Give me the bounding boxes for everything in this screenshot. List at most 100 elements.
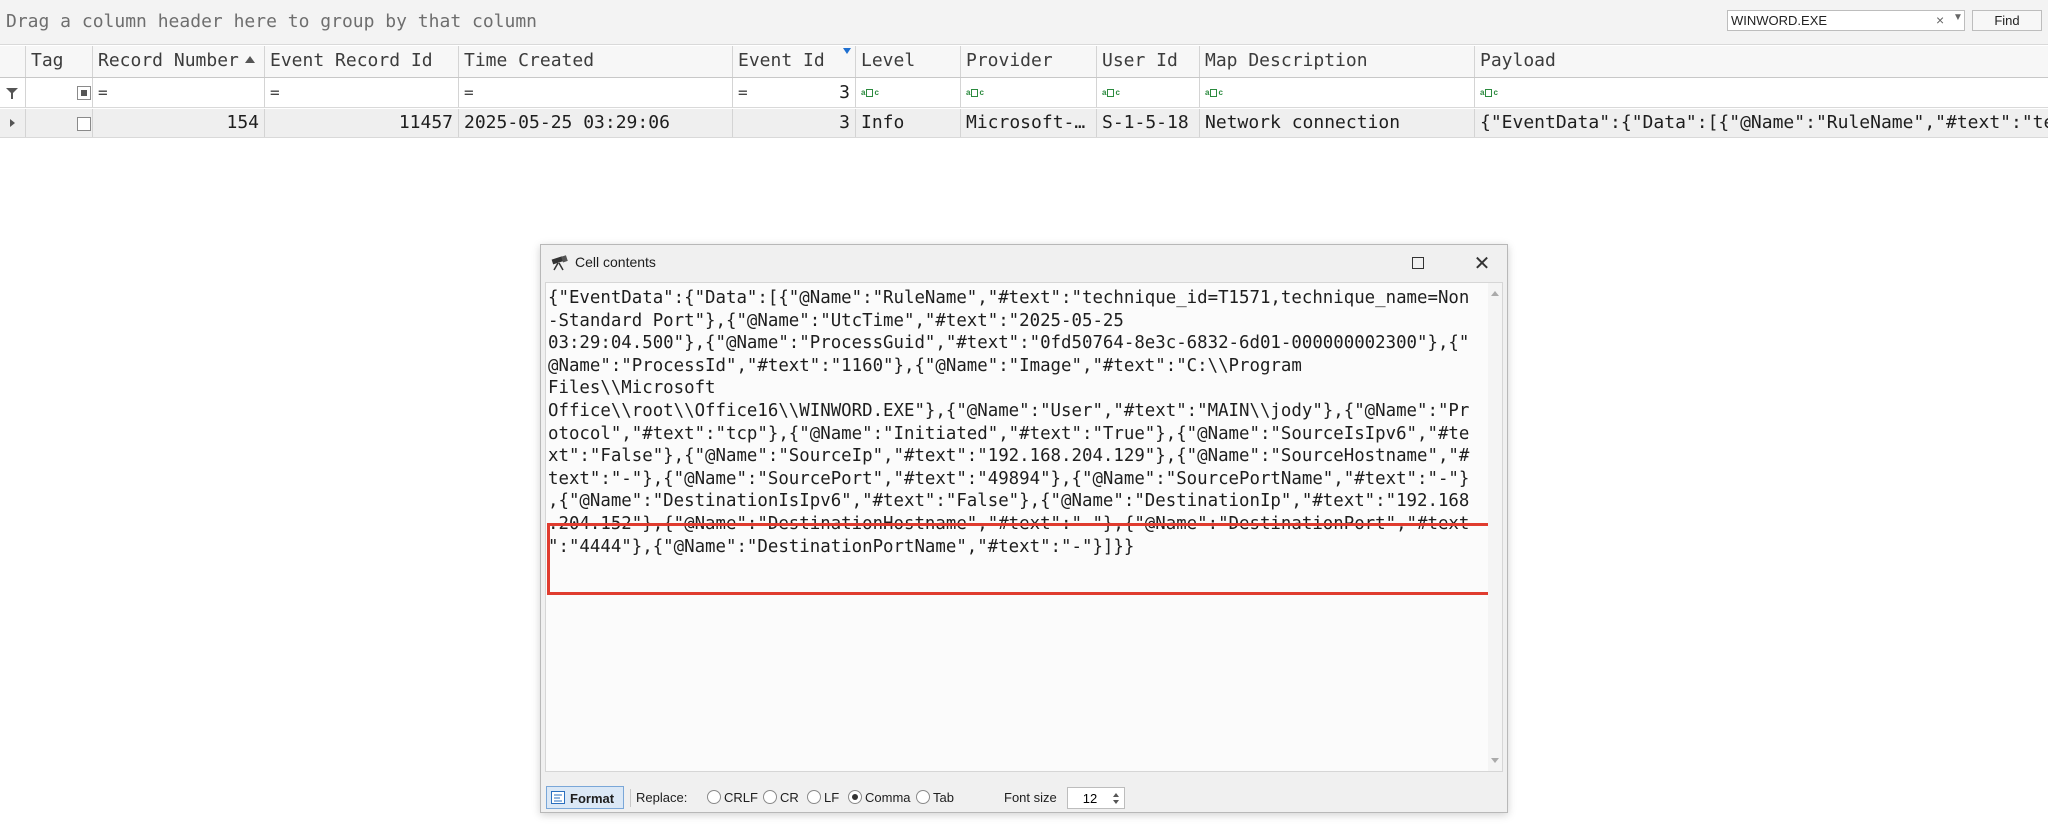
cell-contents-textarea[interactable]: {"EventData":{"Data":[{"@Name":"RuleName… <box>545 282 1503 772</box>
text-line: Office\\root\\Office16\\WINWORD.EXE"},{"… <box>548 400 1470 421</box>
filter-cell-map-description[interactable]: ac <box>1200 78 1475 107</box>
level-cell[interactable]: Info <box>856 109 961 137</box>
radio-comma[interactable] <box>848 790 862 804</box>
filter-cell-user-id[interactable]: ac <box>1097 78 1200 107</box>
column-header-label: Level <box>861 50 916 71</box>
filter-cell-provider[interactable]: ac <box>961 78 1097 107</box>
font-size-input[interactable] <box>1072 791 1108 805</box>
radio-comma-label[interactable]: Comma <box>865 790 911 805</box>
radio-cr-label[interactable]: CR <box>780 790 799 805</box>
dialog-toolbar: Format Replace: CRLF CR LF Comma Tab Fon… <box>541 783 1507 813</box>
filter-icon <box>6 88 18 99</box>
column-header-map-description[interactable]: Map Description <box>1200 46 1475 77</box>
radio-tab[interactable] <box>916 790 930 804</box>
column-header-event-record-id[interactable]: Event Record Id <box>265 46 459 77</box>
column-header-label: Time Created <box>464 50 595 71</box>
column-header-label: Map Description <box>1205 50 1368 71</box>
text-line: ,{"@Name":"DestinationIsIpv6","#text":"F… <box>548 491 1470 512</box>
spin-down-icon[interactable] <box>1113 800 1119 804</box>
scroll-down-icon[interactable] <box>1491 758 1499 763</box>
table-row[interactable]: 154 11457 2025-05-25 03:29:06 3 Info Mic… <box>0 109 2048 138</box>
event-id-cell[interactable]: 3 <box>733 109 856 137</box>
filter-cell-record-number[interactable]: = <box>93 78 265 107</box>
text-line: ":"4444"},{"@Name":"DestinationPortName"… <box>548 536 1135 557</box>
map-description-cell[interactable]: Network connection <box>1200 109 1475 137</box>
search-input[interactable] <box>1731 13 1921 28</box>
tag-cell[interactable] <box>26 109 93 137</box>
search-dropdown-icon[interactable]: ▼ <box>1953 12 1963 23</box>
maximize-button[interactable] <box>1412 257 1424 269</box>
text-line: @Name":"ProcessId","#text":"1160"},{"@Na… <box>548 355 1302 376</box>
radio-cr[interactable] <box>763 790 777 804</box>
tag-filter-checkbox[interactable] <box>77 86 91 100</box>
text-line: -Standard Port"},{"@Name":"UtcTime","#te… <box>548 310 1124 331</box>
column-header-record-number[interactable]: Record Number <box>93 46 265 77</box>
radio-crlf-label[interactable]: CRLF <box>724 790 758 805</box>
column-header-label: Payload <box>1480 50 1556 71</box>
filter-cell-event-id[interactable]: = 3 <box>733 78 856 107</box>
equals-operator-icon[interactable]: = <box>464 83 474 102</box>
font-size-stepper[interactable] <box>1067 787 1125 809</box>
equals-operator-icon[interactable]: = <box>270 83 280 102</box>
group-by-hint: Drag a column header here to group by th… <box>6 11 538 32</box>
filter-cell-event-record-id[interactable]: = <box>265 78 459 107</box>
vertical-scrollbar[interactable] <box>1488 283 1502 771</box>
text-contains-operator-icon[interactable]: ac <box>1205 88 1225 98</box>
filter-cell-tag[interactable] <box>26 78 93 107</box>
column-header-payload[interactable]: Payload <box>1475 46 2048 77</box>
text-contains-operator-icon[interactable]: ac <box>966 88 986 98</box>
payload-cell[interactable]: {"EventData":{"Data":[{"@Name":"RuleName… <box>1475 109 2048 137</box>
filter-row-indicator <box>0 78 26 107</box>
format-button[interactable]: Format <box>546 786 624 809</box>
filter-cell-level[interactable]: ac <box>856 78 961 107</box>
text-contains-operator-icon[interactable]: ac <box>1480 88 1500 98</box>
column-header-label: User Id <box>1102 50 1178 71</box>
toolbar-separator <box>630 789 631 807</box>
column-header-tag[interactable]: Tag <box>26 46 93 77</box>
grid-header: Tag Record Number Event Record Id Time C… <box>0 46 2048 78</box>
text-line: otocol","#text":"tcp"},{"@Name":"Initiat… <box>548 423 1470 444</box>
column-header-label: Event Record Id <box>270 50 433 71</box>
event-id-filter-value[interactable]: 3 <box>839 78 850 107</box>
radio-lf-label[interactable]: LF <box>824 790 839 805</box>
filter-cell-time-created[interactable]: = <box>459 78 733 107</box>
find-button[interactable]: Find <box>1972 10 2042 31</box>
text-line: Files\\Microsoft <box>548 378 716 399</box>
radio-tab-label[interactable]: Tab <box>933 790 954 805</box>
format-label: Format <box>570 791 615 806</box>
record-number-cell[interactable]: 154 <box>93 109 265 137</box>
radio-lf[interactable] <box>807 790 821 804</box>
event-record-id-cell[interactable]: 11457 <box>265 109 459 137</box>
column-header-user-id[interactable]: User Id <box>1097 46 1200 77</box>
column-header-time-created[interactable]: Time Created <box>459 46 733 77</box>
user-id-cell[interactable]: S-1-5-18 <box>1097 109 1200 137</box>
dialog-title: Cell contents <box>575 254 656 270</box>
column-filter-icon[interactable] <box>843 48 851 54</box>
cell-contents-dialog: Cell contents ✕ {"EventData":{"Data":[{"… <box>540 244 1508 813</box>
filter-cell-payload[interactable]: ac <box>1475 78 2048 107</box>
text-contains-operator-icon[interactable]: ac <box>861 88 881 98</box>
provider-cell[interactable]: Microsoft-Windows-Sysmon <box>961 109 1097 137</box>
spin-up-icon[interactable] <box>1113 793 1119 797</box>
column-header-label: Tag <box>31 50 64 71</box>
time-created-cell[interactable]: 2025-05-25 03:29:06 <box>459 109 733 137</box>
equals-operator-icon[interactable]: = <box>98 83 108 102</box>
group-by-panel[interactable]: Drag a column header here to group by th… <box>0 0 2048 45</box>
radio-crlf[interactable] <box>707 790 721 804</box>
row-expand-cell[interactable] <box>0 109 26 137</box>
clear-search-icon[interactable]: × <box>1936 12 1944 28</box>
dialog-title-bar[interactable]: Cell contents ✕ <box>541 245 1507 281</box>
text-line: xt":"False"},{"@Name":"SourceIp","#text"… <box>548 446 1470 467</box>
expand-row-icon[interactable] <box>10 119 15 127</box>
equals-operator-icon[interactable]: = <box>738 83 748 102</box>
scroll-up-icon[interactable] <box>1491 291 1499 296</box>
close-button[interactable]: ✕ <box>1469 250 1495 276</box>
search-box[interactable]: × ▼ <box>1727 10 1965 31</box>
row-indicator-header <box>0 46 26 77</box>
cell-contents-text[interactable]: {"EventData":{"Data":[{"@Name":"RuleName… <box>548 287 1490 558</box>
column-header-event-id[interactable]: Event Id <box>733 46 856 77</box>
column-header-provider[interactable]: Provider <box>961 46 1097 77</box>
text-contains-operator-icon[interactable]: ac <box>1102 88 1122 98</box>
column-header-level[interactable]: Level <box>856 46 961 77</box>
tag-checkbox[interactable] <box>77 117 91 131</box>
